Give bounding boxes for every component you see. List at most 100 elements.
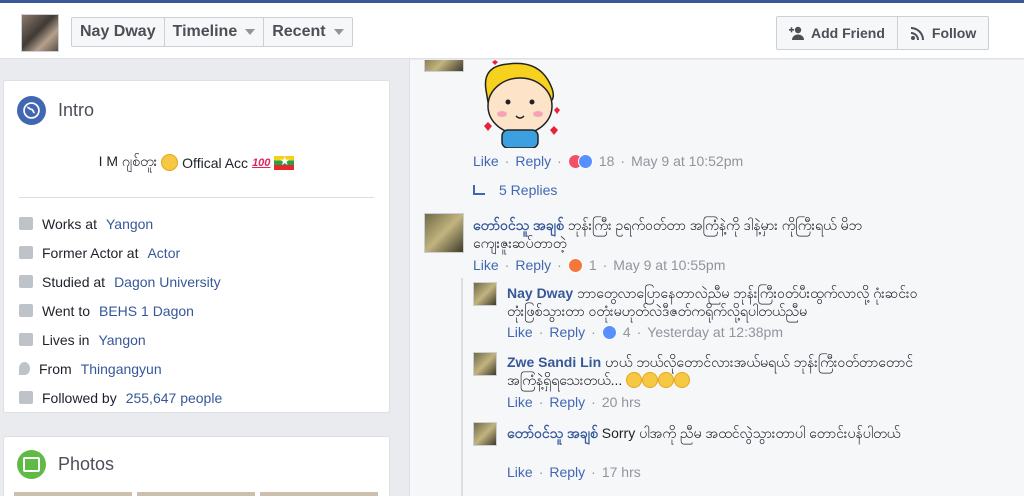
intro-item-link[interactable]: 255,647 people (126, 390, 223, 406)
like-link[interactable]: Like (473, 153, 499, 169)
photos-header: Photos (4, 437, 389, 479)
hundred-points-emoji-icon: 100 (252, 156, 271, 169)
intro-item-school: Went to BEHS 1 Dagon (19, 296, 374, 325)
intro-bio: I M ဂျစ်တူး Offical Acc 100 (4, 152, 389, 173)
intro-card: Intro I M ဂျစ်တူး Offical Acc 100 Works … (3, 80, 390, 413)
like-reaction-icon (577, 153, 593, 169)
myanmar-flag-icon (274, 154, 295, 170)
photo-thumbnail[interactable] (260, 492, 378, 496)
replies-count-label: 5 Replies (499, 182, 558, 198)
profile-thumbnail[interactable] (21, 14, 59, 52)
bio-suffix: Offical Acc (182, 154, 249, 171)
reply-avatar[interactable] (473, 422, 497, 446)
reactions[interactable] (567, 153, 593, 169)
comment-timestamp[interactable]: May 9 at 10:52pm (631, 153, 743, 169)
intro-item-link[interactable]: Yangon (106, 216, 153, 232)
briefcase-icon (19, 217, 33, 230)
comment-meta: Like · Reply · 18 · May 9 at 10:52pm (473, 153, 743, 169)
photos-card: Photos (3, 436, 390, 496)
intro-item-link[interactable]: Actor (147, 245, 180, 261)
like-link[interactable]: Like (473, 257, 499, 273)
like-link[interactable]: Like (507, 464, 533, 480)
intro-item-former-work: Former Actor at Actor (19, 238, 374, 267)
reply-body: Nay Dway ဘာတွေလာပြောနေတာလဲညီမ ဘုန်းကြီးဝ… (507, 284, 927, 320)
commenter-name[interactable]: Zwe Sandi Lin (507, 354, 601, 370)
separator: · (538, 464, 544, 480)
recent-label: Recent (272, 23, 326, 40)
commenter-name[interactable]: တော်ဝင်သူ အချစ် (473, 217, 564, 233)
comment-timestamp[interactable]: May 9 at 10:55pm (613, 257, 725, 273)
laughing-emoji-icon (658, 372, 675, 388)
separator: · (538, 394, 544, 410)
timeline-dropdown[interactable]: Timeline (165, 18, 265, 46)
intro-item-link[interactable]: Dagon University (114, 274, 221, 290)
profile-name-button[interactable]: Nay Dway (72, 18, 165, 46)
separator: · (602, 257, 608, 273)
graduation-cap-icon (19, 275, 33, 288)
intro-item-prefix: From (39, 360, 72, 377)
intro-item-link[interactable]: Thingangyun (81, 361, 162, 377)
comment-timestamp[interactable]: Yesterday at 12:38pm (647, 324, 783, 340)
rss-icon (19, 391, 33, 404)
separator: · (591, 464, 596, 480)
comment-timestamp[interactable]: 20 hrs (602, 394, 641, 410)
commenter-avatar[interactable] (424, 60, 464, 72)
reply-avatar[interactable] (473, 282, 497, 306)
commenter-name[interactable]: တော်ဝင်သူ အချစ် (507, 425, 598, 441)
laughing-emoji-icon (626, 372, 643, 388)
reply-link[interactable]: Reply (515, 153, 551, 169)
intro-header: Intro (4, 81, 389, 125)
angry-reaction-icon (567, 257, 583, 273)
add-friend-label: Add Friend (811, 25, 885, 41)
separator: · (636, 324, 642, 340)
reply-meta: Like · Reply · 20 hrs (507, 394, 641, 410)
intro-item-from: From Thingangyun (19, 354, 374, 383)
intro-item-link[interactable]: Yangon (98, 332, 145, 348)
commenter-avatar[interactable] (424, 213, 464, 253)
like-link[interactable]: Like (507, 394, 533, 410)
separator: · (591, 394, 596, 410)
reply-meta: Like · Reply · 17 hrs (507, 464, 641, 480)
globe-icon (17, 96, 46, 125)
intro-item-lives: Lives in Yangon (19, 325, 374, 354)
comment-timestamp[interactable]: 17 hrs (602, 464, 641, 480)
reply-link[interactable]: Reply (515, 257, 551, 273)
follow-button[interactable]: Follow (898, 17, 988, 49)
intro-item-studied: Studied at Dagon University (19, 267, 374, 296)
location-pin-icon (19, 362, 30, 375)
profile-actions: Add Friend Follow (776, 16, 990, 50)
photo-thumbnails (14, 492, 378, 496)
profile-nav: Nay Dway Timeline Recent (71, 17, 353, 47)
reaction-count: 18 (598, 153, 615, 169)
view-replies-link[interactable]: 5 Replies (473, 182, 557, 198)
reactions[interactable] (601, 324, 617, 340)
graduation-cap-icon (19, 304, 33, 317)
recent-dropdown[interactable]: Recent (264, 18, 351, 46)
reply-meta: Like · Reply · 4 · Yesterday at 12:38pm (507, 324, 783, 340)
bio-text: I M ဂျစ်တူး (98, 153, 158, 169)
add-friend-icon (789, 26, 804, 40)
intro-item-link[interactable]: BEHS 1 Dagon (99, 303, 194, 319)
intro-details: Works at Yangon Former Actor at Actor Stud… (4, 198, 389, 412)
commenter-name[interactable]: Nay Dway (507, 285, 573, 301)
add-friend-button[interactable]: Add Friend (777, 17, 898, 49)
chevron-down-icon (245, 29, 256, 35)
photo-thumbnail[interactable] (137, 492, 255, 496)
intro-item-followers: Followed by 255,647 people (19, 383, 374, 412)
separator: · (557, 153, 562, 169)
follow-label: Follow (931, 25, 977, 41)
like-link[interactable]: Like (507, 324, 533, 340)
laughing-emoji-icon (642, 372, 659, 388)
reply-avatar[interactable] (473, 352, 497, 376)
reply-link[interactable]: Reply (549, 324, 585, 340)
intro-item-work: Works at Yangon (19, 209, 374, 238)
separator: · (538, 324, 544, 340)
photos-title[interactable]: Photos (58, 454, 114, 475)
reply-thread-line (461, 278, 463, 496)
separator: · (591, 324, 596, 340)
reply-link[interactable]: Reply (549, 394, 585, 410)
reactions[interactable] (567, 257, 583, 273)
reply-link[interactable]: Reply (549, 464, 585, 480)
profile-name-label: Nay Dway (80, 23, 156, 40)
photo-thumbnail[interactable] (14, 492, 132, 496)
